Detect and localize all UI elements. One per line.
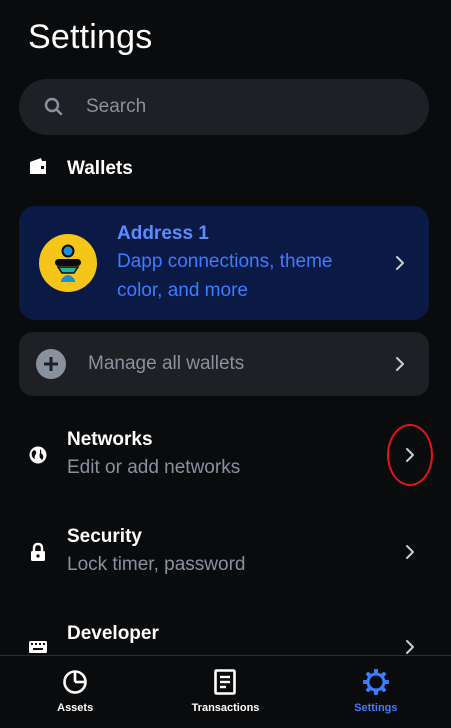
- tab-settings[interactable]: Settings: [301, 656, 451, 728]
- tab-assets-label: Assets: [57, 702, 94, 714]
- search-input[interactable]: [86, 96, 386, 118]
- address-title: Address 1: [117, 223, 209, 244]
- page-title: Settings: [28, 18, 153, 56]
- address-card[interactable]: Address 1 Dapp connections, theme color,…: [19, 206, 429, 320]
- security-subtitle: Lock timer, password: [67, 554, 246, 575]
- bottom-tab-bar: Assets Transactions Settings: [0, 655, 451, 728]
- chevron-right-icon[interactable]: [393, 254, 407, 272]
- search-icon: [44, 97, 64, 117]
- plus-icon: [36, 349, 66, 379]
- address-subtitle: Dapp connections, theme color, and more: [117, 251, 333, 301]
- pie-chart-icon: [61, 668, 89, 696]
- keyboard-icon: [28, 637, 48, 657]
- networks-title: Networks: [67, 429, 153, 450]
- lock-icon: [28, 542, 48, 562]
- chevron-right-icon[interactable]: [403, 543, 417, 561]
- chevron-right-icon[interactable]: [403, 638, 417, 656]
- globe-icon: [28, 445, 48, 465]
- settings-row-networks[interactable]: Networks Edit or add networks: [0, 415, 451, 495]
- security-title: Security: [67, 526, 142, 547]
- highlight-circle: [387, 424, 433, 486]
- settings-row-security[interactable]: Security Lock timer, password: [0, 512, 451, 592]
- document-icon: [211, 668, 239, 696]
- wallets-label: Wallets: [67, 157, 133, 179]
- developer-title: Developer: [67, 623, 159, 644]
- gear-icon: [362, 668, 390, 696]
- networks-subtitle: Edit or add networks: [67, 457, 241, 478]
- tab-transactions[interactable]: Transactions: [150, 656, 300, 728]
- avatar: [39, 234, 97, 292]
- wallet-icon: [28, 157, 48, 180]
- search-bar[interactable]: [19, 79, 429, 135]
- wallets-section-header: Wallets: [28, 157, 133, 180]
- manage-wallets-button[interactable]: Manage all wallets: [19, 332, 429, 396]
- manage-wallets-label: Manage all wallets: [88, 353, 245, 374]
- chevron-right-icon[interactable]: [393, 355, 407, 373]
- tab-settings-label: Settings: [354, 702, 398, 714]
- tab-transactions-label: Transactions: [191, 702, 260, 714]
- tab-assets[interactable]: Assets: [0, 656, 150, 728]
